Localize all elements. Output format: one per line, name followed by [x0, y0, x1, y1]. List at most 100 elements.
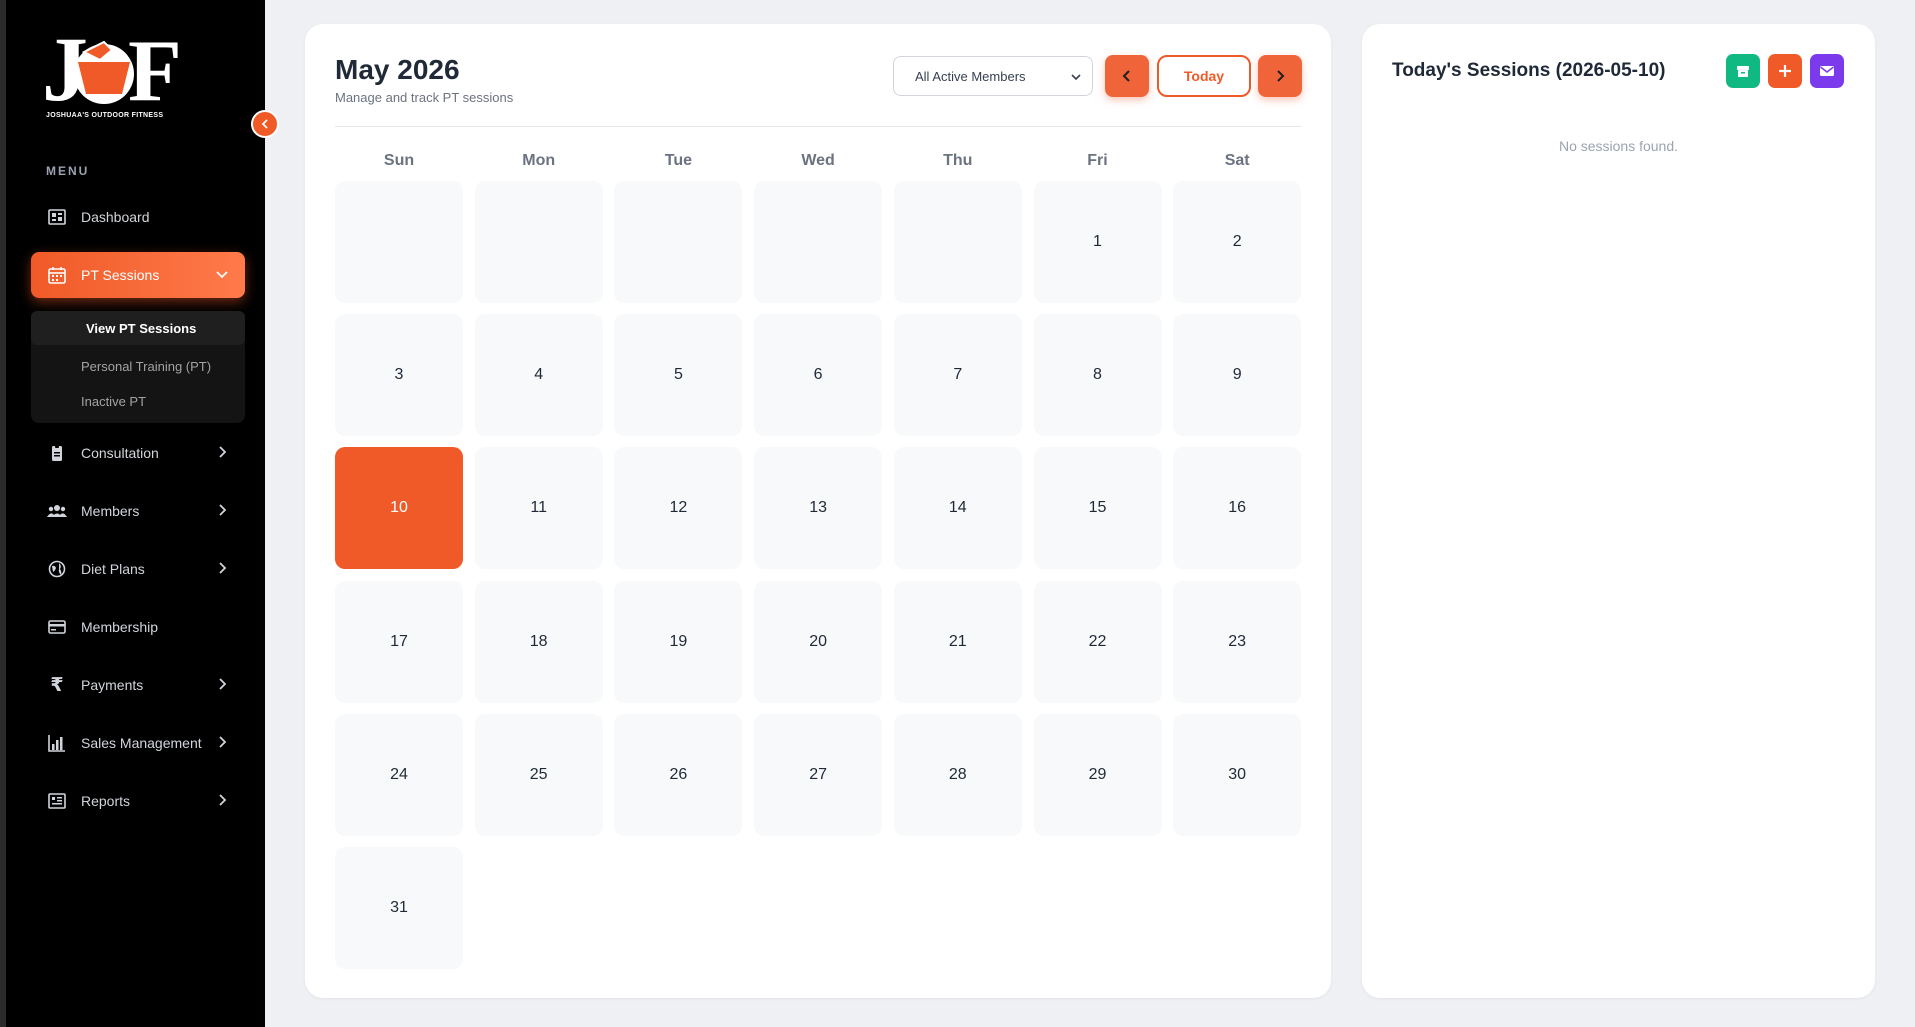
day-cell[interactable]: 15 [1033, 447, 1162, 570]
pt-sessions-submenu: View PT Sessions Personal Training (PT) … [31, 311, 245, 423]
submenu-item-view-pt-sessions[interactable]: View PT Sessions [31, 311, 245, 345]
day-cell[interactable]: 27 [754, 713, 883, 836]
today-button[interactable]: Today [1157, 55, 1251, 97]
calendar-subtitle: Manage and track PT sessions [335, 90, 514, 105]
day-cell[interactable]: 2 [1173, 181, 1302, 303]
sidebar-item-membership[interactable]: Membership [31, 604, 245, 650]
sidebar-item-payments[interactable]: ₹ Payments [31, 662, 245, 708]
day-cell[interactable]: 20 [754, 580, 883, 703]
day-cell[interactable]: 14 [893, 447, 1022, 570]
day-cell[interactable]: 12 [614, 447, 743, 570]
day-cell[interactable]: 31 [335, 847, 463, 969]
member-filter-select[interactable]: All Active Members [893, 56, 1093, 96]
day-cell[interactable]: 9 [1173, 314, 1302, 437]
todays-sessions-card: Today's Sessions (2026-05-10) No session… [1362, 24, 1875, 998]
chevron-right-icon [219, 562, 227, 574]
svg-text:F: F [128, 23, 182, 120]
chevron-right-icon [219, 736, 227, 748]
empty-day-cell [614, 181, 743, 303]
email-button[interactable] [1810, 54, 1844, 88]
sidebar-item-pt-sessions[interactable]: PT Sessions [31, 252, 245, 298]
day-cell[interactable]: 5 [614, 314, 743, 437]
sidebar-item-label: Sales Management [81, 735, 202, 751]
sidebar-item-label: Diet Plans [81, 561, 145, 577]
day-cell[interactable]: 7 [893, 314, 1022, 437]
sidebar-item-label: PT Sessions [81, 267, 160, 283]
day-cell[interactable]: 30 [1173, 713, 1302, 836]
users-icon [47, 501, 67, 521]
day-cell[interactable]: 19 [614, 580, 743, 703]
export-button[interactable] [1726, 54, 1760, 88]
day-cell[interactable]: 29 [1033, 713, 1162, 836]
day-cell[interactable]: 13 [754, 447, 883, 570]
bar-chart-icon [47, 733, 67, 753]
brand-logo: J F [42, 22, 182, 120]
day-cell[interactable]: 18 [474, 580, 603, 703]
day-cell[interactable]: 25 [474, 713, 603, 836]
day-cell[interactable]: 4 [474, 314, 603, 437]
menu-label: MENU [46, 164, 90, 178]
chevron-left-icon [1122, 70, 1130, 82]
submenu-item-personal-training[interactable]: Personal Training (PT) [31, 349, 245, 383]
day-cell[interactable]: 6 [754, 314, 883, 437]
envelope-icon [1820, 66, 1834, 76]
next-month-button[interactable] [1258, 55, 1302, 97]
day-cell[interactable]: 24 [335, 713, 463, 836]
empty-day-cell [754, 181, 883, 303]
sidebar-item-label: Dashboard [81, 209, 150, 225]
weekday-label: Tue [664, 152, 693, 169]
sidebar-item-label: Payments [81, 677, 144, 693]
report-icon [47, 791, 67, 811]
weekday-label: Sun [383, 152, 415, 169]
calendar-icon [47, 265, 67, 285]
day-cell[interactable]: 11 [474, 447, 603, 570]
empty-day-cell [893, 181, 1022, 303]
chevron-right-icon [219, 446, 227, 458]
chevron-down-icon [216, 271, 228, 279]
day-cell[interactable]: 17 [335, 580, 463, 703]
sidebar-item-consultation[interactable]: Consultation [31, 430, 245, 476]
sidebar-item-reports[interactable]: Reports [31, 778, 245, 824]
day-cell[interactable]: 21 [893, 580, 1022, 703]
sidebar-item-label: Reports [81, 793, 131, 809]
card-icon [47, 617, 67, 637]
day-cell[interactable]: 23 [1173, 580, 1302, 703]
sidebar-item-sales-management[interactable]: Sales Management [31, 720, 245, 766]
plus-icon [1779, 65, 1791, 77]
chevron-down-icon [1071, 74, 1081, 81]
day-cell[interactable]: 22 [1033, 580, 1162, 703]
box-icon [1737, 66, 1749, 77]
rupee-icon: ₹ [50, 674, 64, 696]
day-cell[interactable]: 3 [335, 314, 463, 437]
globe-icon [47, 559, 67, 579]
day-cell[interactable]: 1 [1033, 181, 1162, 303]
weekday-label: Fri [1087, 152, 1108, 169]
sidebar-item-members[interactable]: Members [31, 488, 245, 534]
chevron-left-icon [261, 119, 268, 129]
day-cell[interactable]: 26 [614, 713, 743, 836]
clipboard-icon [47, 443, 67, 463]
chevron-right-icon [219, 794, 227, 806]
empty-day-cell [474, 181, 603, 303]
sidebar-item-dashboard[interactable]: Dashboard [31, 194, 245, 240]
submenu-item-inactive-pt[interactable]: Inactive PT [31, 384, 245, 418]
chevron-right-icon [219, 678, 227, 690]
weekday-label: Wed [801, 152, 835, 169]
sidebar-item-diet-plans[interactable]: Diet Plans [31, 546, 245, 592]
sidebar-collapse-button[interactable] [251, 110, 279, 138]
day-cell[interactable]: 28 [893, 713, 1022, 836]
chevron-right-icon [219, 504, 227, 516]
day-cell[interactable]: 8 [1033, 314, 1162, 437]
sidebar-item-label: Membership [81, 619, 159, 635]
dashboard-icon [47, 207, 67, 227]
weekday-label: Thu [943, 152, 973, 169]
calendar-card: May 2026 Manage and track PT sessions Al… [305, 24, 1331, 998]
empty-day-cell [335, 181, 463, 303]
day-cell-today[interactable]: 10 [335, 447, 463, 570]
day-cell[interactable]: 16 [1173, 447, 1302, 570]
member-filter-value: All Active Members [915, 68, 1026, 84]
weekday-label: Mon [522, 152, 556, 169]
add-session-button[interactable] [1768, 54, 1802, 88]
prev-month-button[interactable] [1105, 55, 1149, 97]
sidebar: J F JOSHUAA'S OUTDOOR FITNESS MENU Dashb… [0, 0, 265, 1027]
